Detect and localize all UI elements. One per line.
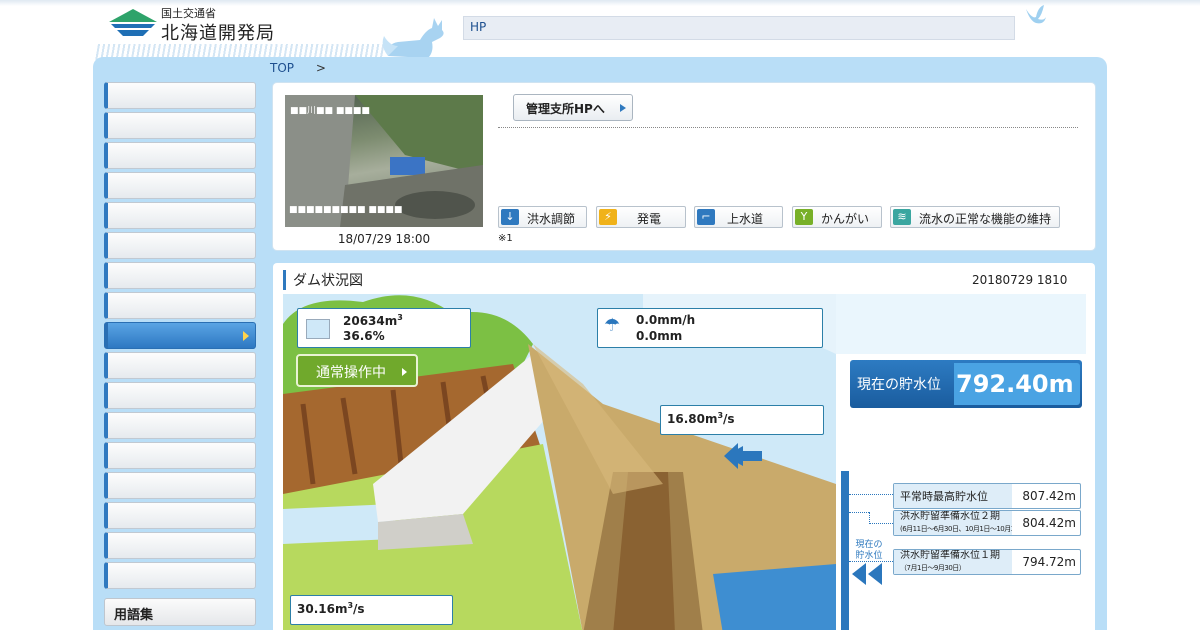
lightning-icon: ⚡ [599,209,617,225]
inflow-value: 16.80m [667,412,718,426]
operation-status-button[interactable]: 通常操作中 [296,354,418,387]
office-hp-button[interactable]: 管理支所HPへ [513,94,633,121]
fox-illustration-icon [382,18,444,58]
flood-control-icon: ↓ [501,209,519,225]
sidebar-item-4[interactable] [104,172,256,199]
purpose-river-maintenance[interactable]: ≋ 流水の正常な機能の維持 [890,206,1060,228]
faucet-icon: ⌐ [697,209,715,225]
sidebar-item-17[interactable] [104,562,256,589]
sidebar-item-14[interactable] [104,472,256,499]
breadcrumb-separator: > [315,61,326,75]
storage-volume-box: 20634m3 36.6% [297,308,471,348]
sidebar-item-9[interactable] [104,322,256,349]
sidebar-item-16[interactable] [104,532,256,559]
unit-suffix: /s [723,412,735,426]
level-name: 洪水貯留準備水位１期 （7月1日～9月30日） [894,550,1012,574]
sidebar-item-2[interactable] [104,112,256,139]
level-name-text: 洪水貯留準備水位２期 [900,511,1000,522]
glossary-button[interactable]: 用語集 [104,598,256,626]
live-camera-image[interactable]: ■■川■■ ■■■■ ■■■■■■■■■ ■■■■ [285,95,483,227]
rainfall-hourly: 0.0mm/h [636,313,696,327]
site-logo[interactable]: 国土交通省 北海道開発局 [107,4,282,44]
storage-volume-value: 20634m3 [343,313,403,328]
sidebar-item-11[interactable] [104,382,256,409]
current-level-value: 792.40m [954,363,1080,405]
unit-suffix: /s [353,602,365,616]
level-name: 平常時最高貯水位 [894,484,1012,508]
arrow-right-icon [620,104,626,112]
sidebar-item-5[interactable] [104,202,256,229]
level-name-text: 洪水貯留準備水位１期 [900,550,1000,561]
purpose-power[interactable]: ⚡ 発電 [596,206,686,228]
current-level-label: 現在の貯水位 [857,377,941,393]
camera-timestamp: 18/07/29 18:00 [337,232,431,246]
breadcrumb: TOP > [270,61,326,75]
purpose-label: 洪水調節 [527,212,576,226]
mlit-emblem-icon [109,9,157,36]
sprout-icon: Y [795,209,813,225]
level-row-flood-prep-2: 洪水貯留準備水位２期 (6月11日～6月30日、10月1日～10月31日) 804… [893,510,1081,536]
waves-icon: ≋ [893,209,911,225]
level-name: 洪水貯留準備水位２期 (6月11日～6月30日、10月1日～10月31日) [894,511,1012,535]
leader-line [869,523,893,524]
status-panel-title: ダム状況図 [283,270,363,290]
rainfall-box: ☂ 0.0mm/h 0.0mm [597,308,823,348]
footnote-mark: ※1 [498,233,513,244]
purpose-label: 流水の正常な機能の維持 [919,212,1052,226]
status-panel-datetime: 20180729 1810 [972,273,1068,287]
breadcrumb-top-link[interactable]: TOP [270,61,294,75]
unit-superscript: 3 [397,313,403,322]
sidebar-nav [104,82,256,592]
office-hp-label: 管理支所HPへ [526,102,605,116]
sidebar-item-3[interactable] [104,142,256,169]
sidebar-item-7[interactable] [104,262,256,289]
current-level-marker-label: 現在の貯水位 [855,540,883,561]
sidebar-item-1[interactable] [104,82,256,109]
arrow-right-icon [402,368,407,376]
current-level-arrow-icon [852,563,882,585]
sidebar-item-12[interactable] [104,412,256,439]
level-value: 794.72m [1022,555,1076,569]
divider [498,127,1078,128]
inflow-box: 16.80m3/s [660,405,824,435]
bird-illustration-icon [1026,5,1046,24]
sidebar-item-13[interactable] [104,442,256,469]
level-row-flood-prep-1: 洪水貯留準備水位１期 （7月1日～9月30日） 794.72m [893,549,1081,575]
inflow-arrow-icon [724,443,762,469]
umbrella-icon: ☂ [604,315,621,336]
level-period: (6月11日～6月30日、10月1日～10月31日) [900,525,1012,533]
level-period: （7月1日～9月30日） [900,564,966,572]
reservoir-tank-icon [306,319,330,339]
purpose-irrigation[interactable]: Y かんがい [792,206,882,228]
level-row-normal-max: 平常時最高貯水位 807.42m [893,483,1081,509]
purpose-flood-control[interactable]: ↓ 洪水調節 [498,206,587,228]
sidebar-item-8[interactable] [104,292,256,319]
camera-overlay-bottom: ■■■■■■■■■ ■■■■ [289,205,403,215]
purpose-label: かんがい [821,212,870,226]
storage-percent-value: 36.6% [343,329,385,343]
purpose-label: 発電 [637,212,662,226]
level-value: 804.42m [1022,516,1076,530]
sidebar-item-15[interactable] [104,502,256,529]
leader-line [849,494,893,495]
rainfall-total: 0.0mm [636,329,683,343]
outflow-box: 30.16m3/s [290,595,453,625]
sidebar-item-6[interactable] [104,232,256,259]
search-input[interactable]: HP [463,16,1015,40]
camera-overlay-top: ■■川■■ ■■■■ [290,106,370,116]
operation-status-label: 通常操作中 [316,365,386,381]
purpose-label: 上水道 [727,212,764,226]
level-scale-bar [841,471,849,630]
outflow-value: 30.16m [297,602,348,616]
sidebar-item-10[interactable] [104,352,256,379]
current-level-box: 現在の貯水位 792.40m [850,360,1082,408]
leader-line [849,512,869,513]
purpose-water-supply[interactable]: ⌐ 上水道 [694,206,783,228]
logo-title: 北海道開発局 [161,23,275,44]
level-value: 807.42m [1022,489,1076,503]
